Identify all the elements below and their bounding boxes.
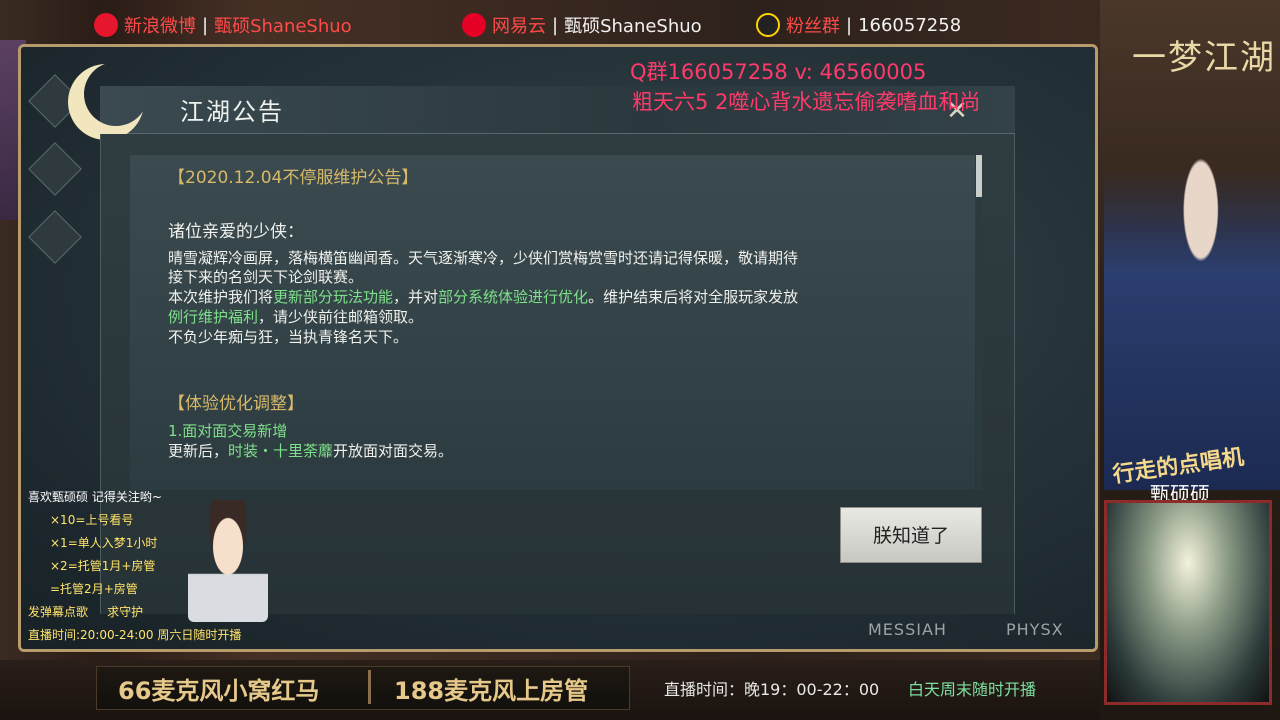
netease-name: 甄硕ShaneShuo <box>564 16 702 37</box>
webcam-feed <box>1104 500 1272 705</box>
build-overlay: 粗天六5 2噬心背水遗忘偷袭嗜血和尚 <box>632 90 981 114</box>
social-bar: 新浪微博 | 甄硕ShaneShuo 网易云 | 甄硕ShaneShuo 粉丝群… <box>0 0 1280 44</box>
notice-paragraph-2: 本次维护我们将更新部分玩法功能，并对部分系统体验进行优化。维护结束后将对全服玩家… <box>168 288 799 306</box>
highlight-update: 更新部分玩法功能 <box>273 288 394 306</box>
weibo-label: 新浪微博 <box>124 16 196 37</box>
item-1-title: 1.面对面交易新增 <box>168 422 288 440</box>
notice-paragraph-1b: 接下来的名剑天下论剑联赛。 <box>168 268 364 286</box>
notice-greeting: 诸位亲爱的少侠： <box>168 222 304 242</box>
character-art <box>1104 90 1280 490</box>
qq-penguin-icon <box>756 13 780 37</box>
highlight-welfare: 例行维护福利 <box>168 308 259 326</box>
weibo-icon <box>94 13 118 37</box>
live-extra: 白天周末随时开播 <box>908 680 1037 699</box>
bottom-item-2: 188麦克风上房管 <box>394 677 589 705</box>
netease-info: 网易云 | 甄硕ShaneShuo <box>462 12 702 38</box>
highlight-optimize: 部分系统体验进行优化 <box>438 288 589 306</box>
notice-heading: 【2020.12.04不停服维护公告】 <box>168 168 419 188</box>
streamer-avatar <box>188 500 268 622</box>
acknowledge-button[interactable]: 朕知道了 <box>840 507 982 563</box>
notice-paragraph-3: 例行维护福利，请少侠前往邮箱领取。 <box>168 308 424 326</box>
notice-paragraph-4: 不负少年痴与狂，当执青锋名天下。 <box>168 328 409 346</box>
qq-group-overlay: Q群166057258 v: 46560005 <box>630 60 927 84</box>
qq-label: 粉丝群 <box>786 16 840 37</box>
scrollbar-thumb[interactable] <box>976 155 982 197</box>
weibo-info: 新浪微博 | 甄硕ShaneShuo <box>94 12 352 38</box>
weibo-name: 甄硕ShaneShuo <box>214 16 352 37</box>
moon-decoration <box>84 62 148 126</box>
qq-number: 166057258 <box>858 14 962 36</box>
bottom-separator <box>368 670 371 704</box>
live-time: 直播时间：晚19：00-22：00 <box>664 680 880 699</box>
highlight-costume: 时装・十里荼蘼 <box>228 442 334 460</box>
messiah-logo: MESSIAH <box>868 620 947 639</box>
physx-logo: PHYSX <box>1006 620 1064 639</box>
bottom-item-1: 66麦克风小窝红马 <box>118 677 320 705</box>
rule-6: 直播时间:20:00-24:00 周六日随时开播 <box>28 628 242 642</box>
notice-title: 江湖公告 <box>180 98 284 126</box>
scrollbar-track[interactable] <box>976 155 982 490</box>
qq-info: 粉丝群 | 166057258 <box>756 12 961 38</box>
notice-paragraph-1a: 晴雪凝辉冷画屏，落梅横笛幽闻香。天气逐渐寒冷，少侠们赏梅赏雪时还请记得保暖，敬请… <box>168 249 799 267</box>
section-heading: 【体验优化调整】 <box>168 394 304 414</box>
item-1-desc: 更新后，时装・十里荼蘼开放面对面交易。 <box>168 442 454 460</box>
netease-music-icon <box>462 13 486 37</box>
game-logo: 一梦江湖 <box>1132 38 1276 78</box>
netease-label: 网易云 <box>492 16 546 37</box>
